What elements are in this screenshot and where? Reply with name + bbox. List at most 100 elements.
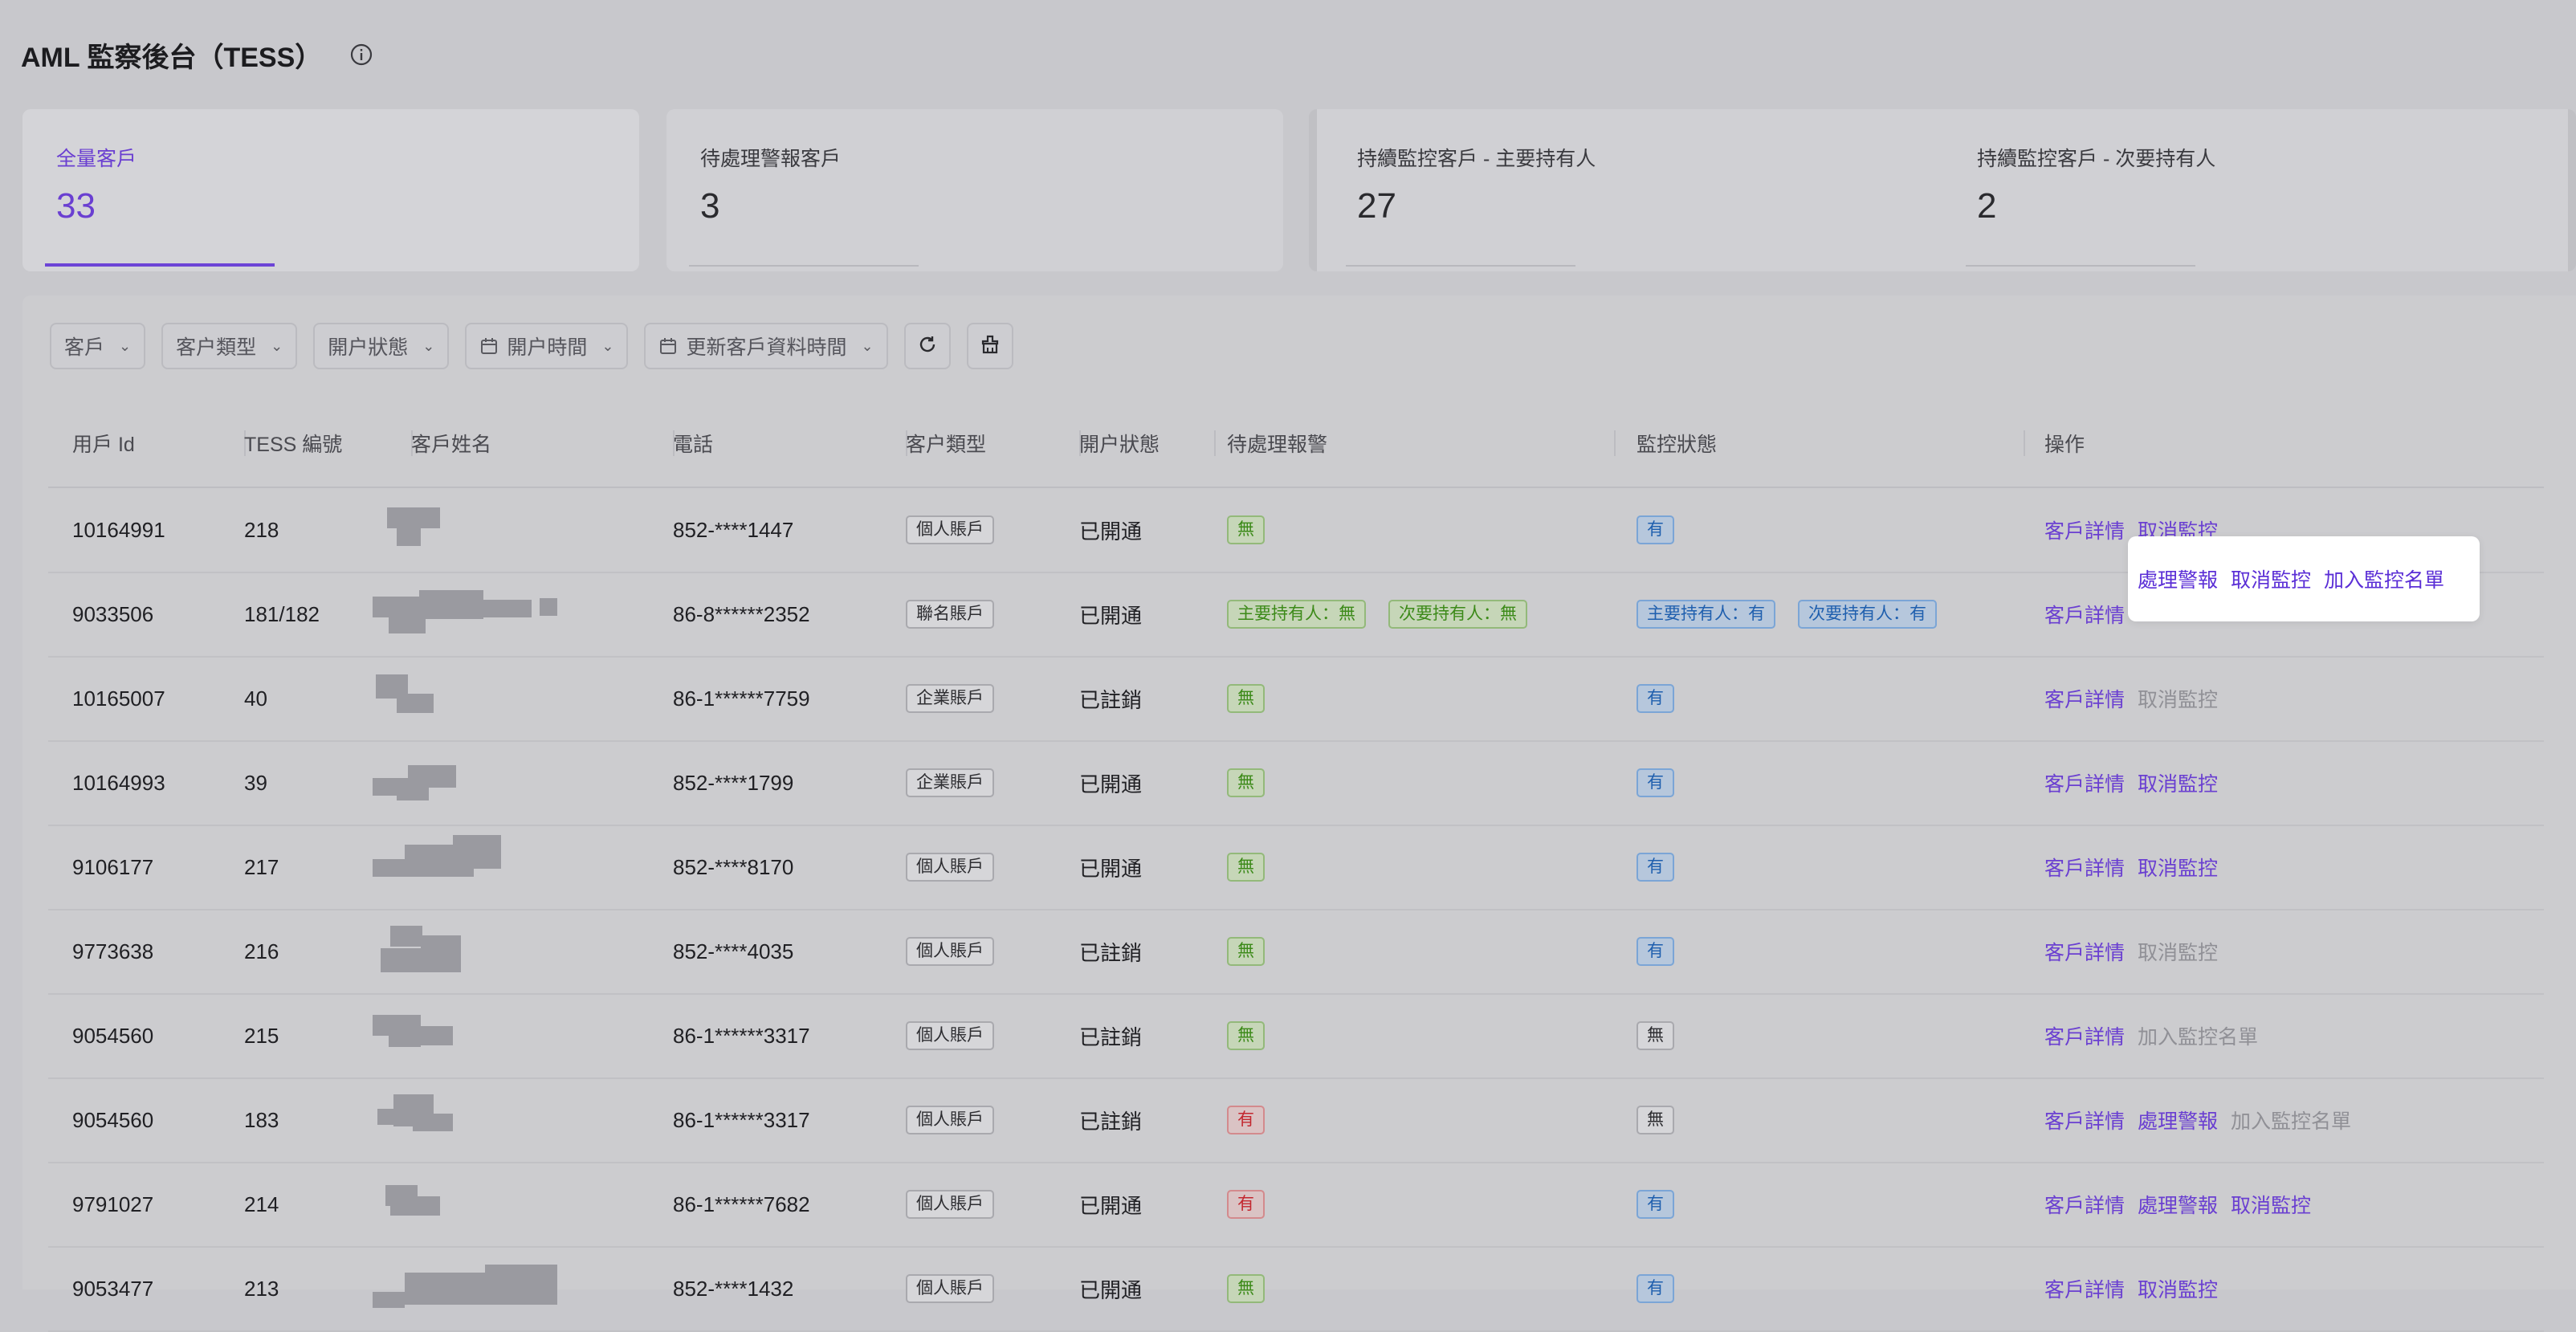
add-watchlist-link[interactable]: 加入監控名單 [2324, 564, 2444, 593]
refresh-button[interactable] [903, 323, 951, 369]
table-row[interactable]: 9773638 216 852-****4035 個人賬戶 已註銷 無 有 客戶詳情 取消監控 [48, 910, 2544, 995]
handle-alert-link[interactable]: 處理警報 [2138, 564, 2218, 593]
customer-type-filter[interactable]: 客户類型 ⌄ [161, 323, 298, 369]
customer-detail-link[interactable]: 客戶詳情 [2044, 853, 2125, 882]
customer-detail-link[interactable]: 客戶詳情 [2044, 684, 2125, 713]
phone-number: 86-8******2352 [673, 601, 810, 626]
cell-type: 企業賬戶 [906, 657, 994, 740]
cell-tess-no: 40 [244, 657, 267, 740]
column-header-phone[interactable]: 電話 [673, 400, 713, 487]
stat-value: 33 [56, 186, 96, 226]
clear-filters-button[interactable] [966, 323, 1013, 369]
customer-type-tag: 個人賬戶 [906, 937, 994, 966]
cell-phone: 86-1******7682 [673, 1163, 810, 1246]
info-icon[interactable] [349, 43, 373, 67]
cell-actions: 客戶詳情 取消監控 [2044, 741, 2218, 825]
table-row[interactable]: 9106177 217 852-****8170 個人賬戶 已開通 無 有 客戶詳情 取消監控 [48, 825, 2544, 910]
customer-detail-link[interactable]: 客戶詳情 [2044, 1021, 2125, 1050]
stat-card-all-customers[interactable]: 全量客戶 33 [22, 109, 639, 271]
tess-number: 181/182 [244, 601, 320, 626]
cell-actions: 客戶詳情 取消監控 [2044, 657, 2218, 740]
table-row[interactable]: 9054560 183 86-1******3317 個人賬戶 已註銷 有 無 客戶詳情 處理警… [48, 1078, 2544, 1163]
column-header-user-id[interactable]: 用戶 Id [72, 400, 135, 487]
monitor-badge: 有 [1636, 937, 1674, 966]
stat-card-pending-alerts[interactable]: 待處理警報客戶 3 [666, 109, 1283, 271]
cell-actions: 客戶詳情 取消監控 [2044, 1247, 2218, 1330]
handle-alert-link[interactable]: 處理警報 [2138, 1190, 2218, 1219]
customer-detail-link[interactable]: 客戶詳情 [2044, 1274, 2125, 1303]
customer-detail-link[interactable]: 客戶詳情 [2044, 515, 2125, 544]
customer-type-tag: 個人賬戶 [906, 1274, 994, 1303]
row-actions-popover: 處理警報 取消監控 加入監控名單 [2128, 536, 2480, 621]
table-row[interactable]: 10165007 40 86-1******7759 企業賬戶 已註銷 無 有 客戶詳情 取消監… [48, 657, 2544, 742]
stat-card-monitoring: 持續監控客戶 - 主要持有人 27 持續監控客戶 - 次要持有人 2 [1309, 109, 2576, 271]
cell-alerts: 有 [1227, 1163, 1265, 1246]
cell-monitor: 無 [1636, 994, 1674, 1077]
cell-monitor: 無 [1636, 1078, 1674, 1162]
tab-underline [1966, 265, 2195, 267]
customer-name-redacted [373, 835, 533, 899]
open-time-filter[interactable]: 開户時間 ⌄ [465, 323, 629, 369]
customer-type-tag: 聯名賬戶 [906, 600, 994, 629]
cell-actions: 客戶詳情 取消監控 [2044, 910, 2218, 993]
cell-tess-no: 39 [244, 741, 267, 825]
cell-monitor: 有 [1636, 1163, 1674, 1246]
table-header: 用戶 Id TESS 編號 客戶姓名 電話 客户類型 開户狀態 待處理報警 監控… [48, 400, 2544, 488]
cell-name [373, 1247, 557, 1330]
stat-value: 3 [700, 186, 720, 226]
column-divider [2024, 430, 2025, 456]
user-id: 10164991 [72, 517, 165, 542]
customer-detail-link[interactable]: 客戶詳情 [2044, 937, 2125, 966]
add-watchlist-link: 加入監控名單 [2231, 1110, 2352, 1133]
account-status-filter[interactable]: 開户狀態 ⌄ [313, 323, 450, 369]
phone-number: 852-****4035 [673, 939, 794, 963]
account-status: 已註銷 [1079, 1109, 1143, 1134]
chevron-down-icon: ⌄ [271, 337, 283, 354]
phone-number: 852-****8170 [673, 854, 794, 879]
column-header-account-status[interactable]: 開户狀態 [1079, 400, 1160, 487]
customer-name-redacted [373, 1257, 557, 1321]
table-row[interactable]: 9054560 215 86-1******3317 個人賬戶 已註銷 無 無 客戶詳情 加入監… [48, 994, 2544, 1079]
table-row[interactable]: 9791027 214 86-1******7682 個人賬戶 已開通 有 有 客戶詳情 處理警… [48, 1163, 2544, 1248]
cancel-monitor-link[interactable]: 取消監控 [2138, 768, 2218, 797]
cancel-monitor-link[interactable]: 取消監控 [2231, 1190, 2311, 1219]
account-status: 已開通 [1079, 772, 1143, 796]
account-status: 已註銷 [1079, 687, 1143, 712]
cell-name [373, 1078, 533, 1162]
alert-badge: 無 [1227, 515, 1265, 544]
cell-alerts: 無 [1227, 488, 1265, 572]
alert-badge: 有 [1227, 1190, 1265, 1219]
tess-number: 218 [244, 517, 279, 542]
phone-number: 852-****1799 [673, 770, 794, 795]
cell-monitor: 有 [1636, 488, 1674, 572]
phone-number: 852-****1432 [673, 1276, 794, 1301]
alert-badge: 有 [1227, 1106, 1265, 1134]
table-row[interactable]: 9053477 213 852-****1432 個人賬戶 已開通 無 有 客戶詳情 取消監控 [48, 1247, 2544, 1332]
monitor-badge: 有 [1636, 768, 1674, 797]
customer-detail-link[interactable]: 客戶詳情 [2044, 768, 2125, 797]
column-header-pending-alerts[interactable]: 待處理報警 [1227, 400, 1327, 487]
cell-alerts: 無 [1227, 741, 1265, 825]
cancel-monitor-link[interactable]: 取消監控 [2231, 564, 2311, 593]
cell-alerts: 主要持有人：無 次要持有人：無 [1227, 572, 1527, 656]
cancel-monitor-link[interactable]: 取消監控 [2138, 1274, 2218, 1303]
customer-filter[interactable]: 客戶 ⌄ [50, 323, 146, 369]
column-header-customer-type[interactable]: 客户類型 [906, 400, 986, 487]
cancel-monitor-link[interactable]: 取消監控 [2138, 853, 2218, 882]
user-id: 9054560 [72, 1023, 154, 1048]
customer-detail-link[interactable]: 客戶詳情 [2044, 1190, 2125, 1219]
update-time-filter[interactable]: 更新客戶資料時間 ⌄ [644, 323, 888, 369]
column-header-monitor-status[interactable]: 監控狀態 [1636, 400, 1717, 487]
cell-alerts: 無 [1227, 657, 1265, 740]
column-header-name[interactable]: 客戶姓名 [411, 400, 491, 487]
handle-alert-link[interactable]: 處理警報 [2138, 1106, 2218, 1134]
table-row[interactable]: 10164993 39 852-****1799 企業賬戶 已開通 無 有 客戶詳情 取消監控 [48, 741, 2544, 826]
customer-detail-link[interactable]: 客戶詳情 [2044, 1106, 2125, 1134]
filter-label: 客户類型 [176, 336, 257, 359]
cell-alerts: 有 [1227, 1078, 1265, 1162]
cell-user-id: 10165007 [72, 657, 165, 740]
customer-detail-link[interactable]: 客戶詳情 [2044, 600, 2125, 629]
tess-number: 215 [244, 1023, 279, 1048]
column-header-tess-no[interactable]: TESS 編號 [244, 400, 342, 487]
phone-number: 86-1******3317 [673, 1107, 810, 1132]
